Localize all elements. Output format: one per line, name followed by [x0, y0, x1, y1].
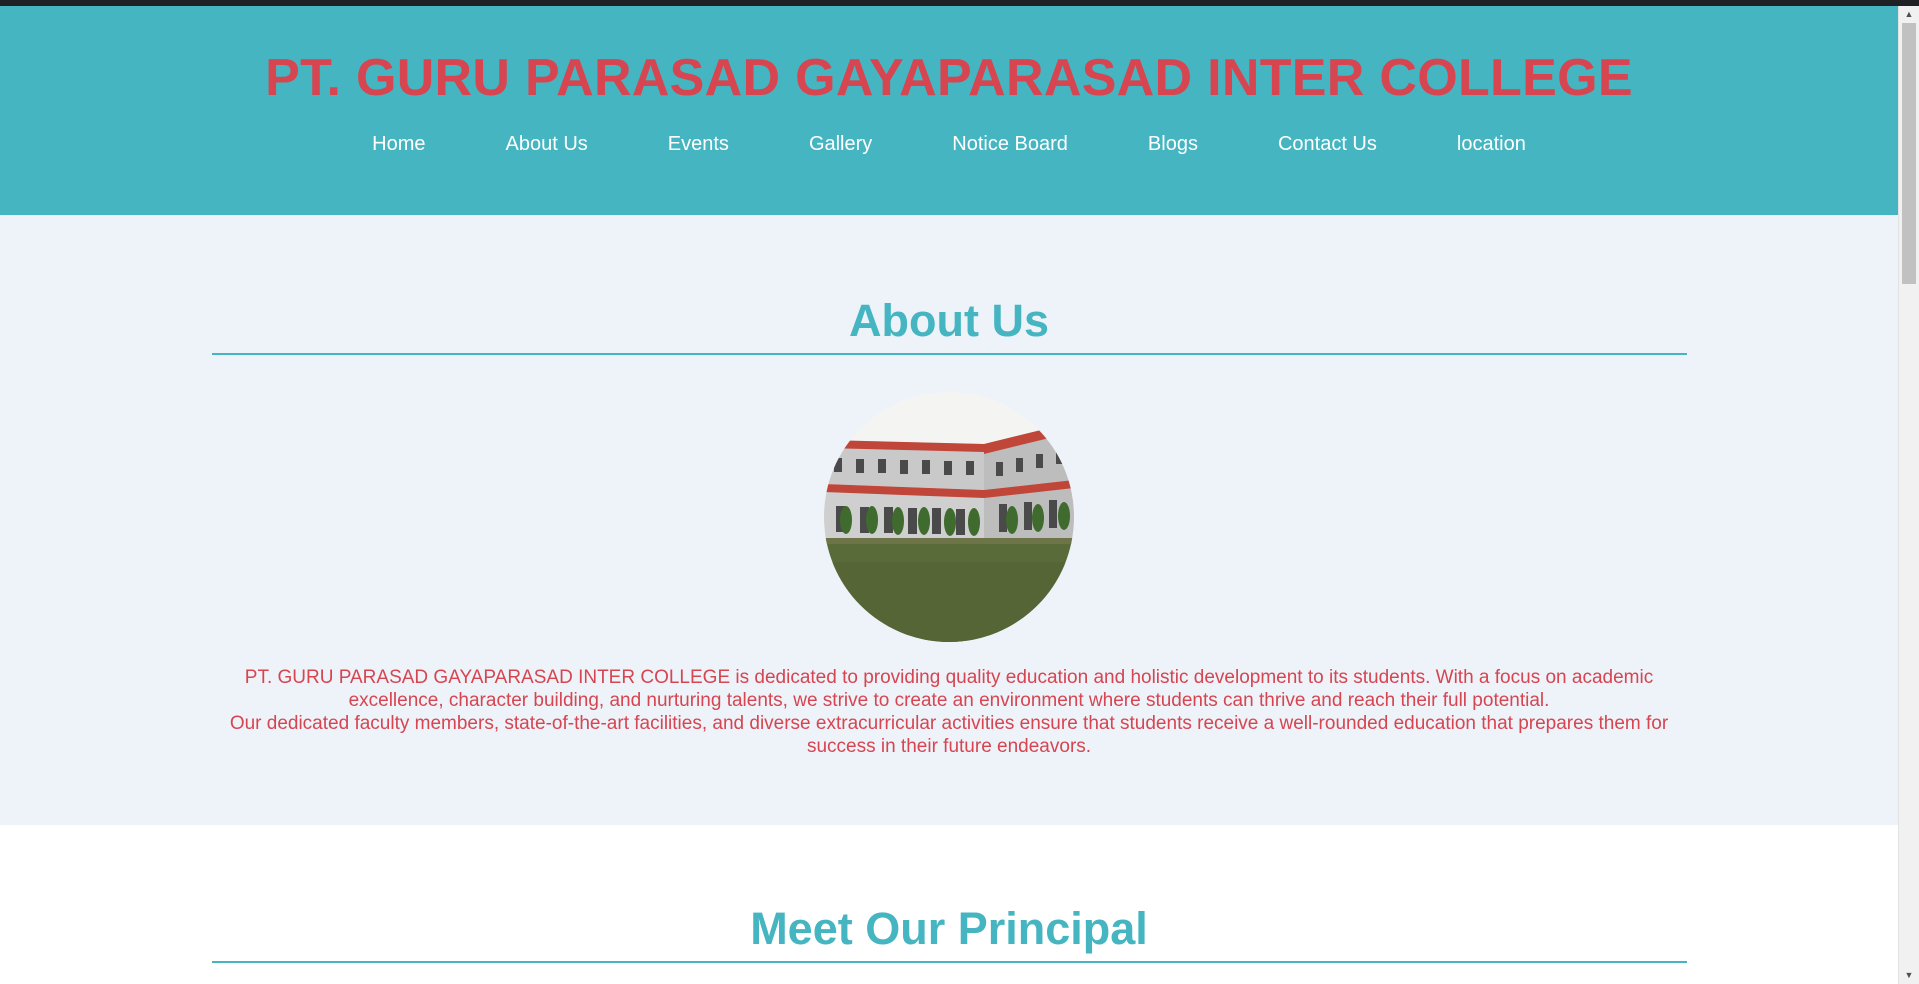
nav-home[interactable]: Home	[332, 132, 465, 156]
scroll-up-icon[interactable]: ▲	[1899, 6, 1919, 23]
principal-heading: Meet Our Principal	[750, 903, 1148, 954]
college-building-photo	[824, 392, 1074, 642]
nav-about-us[interactable]: About Us	[466, 132, 628, 156]
site-title: PT. GURU PARASAD GAYAPARASAD INTER COLLE…	[265, 49, 1633, 107]
about-section: About Us PT. GURU PARASAD GAYAPARASAD IN…	[0, 215, 1898, 825]
nav-events[interactable]: Events	[628, 132, 769, 156]
nav-contact-us[interactable]: Contact Us	[1238, 132, 1417, 156]
vertical-scrollbar[interactable]: ▲ ▼	[1898, 6, 1919, 984]
about-paragraph-2: Our dedicated faculty members, state-of-…	[229, 713, 1669, 757]
nav-blogs[interactable]: Blogs	[1108, 132, 1238, 156]
about-paragraph-1: PT. GURU PARASAD GAYAPARASAD INTER COLLE…	[244, 667, 1654, 711]
nav-location[interactable]: location	[1417, 132, 1566, 156]
main-nav: Home About Us Events Gallery Notice Boar…	[0, 132, 1898, 156]
scroll-thumb[interactable]	[1902, 23, 1916, 284]
college-building-illustration	[824, 392, 1074, 642]
about-heading: About Us	[849, 295, 1049, 346]
site-header: PT. GURU PARASAD GAYAPARASAD INTER COLLE…	[0, 6, 1898, 215]
nav-gallery[interactable]: Gallery	[769, 132, 912, 156]
page: PT. GURU PARASAD GAYAPARASAD INTER COLLE…	[0, 6, 1898, 984]
scroll-down-icon[interactable]: ▼	[1899, 967, 1919, 984]
nav-notice-board[interactable]: Notice Board	[912, 132, 1108, 156]
about-heading-divider	[211, 353, 1687, 355]
principal-section: Meet Our Principal	[0, 825, 1898, 984]
about-description: PT. GURU PARASAD GAYAPARASAD INTER COLLE…	[229, 666, 1669, 758]
principal-heading-divider	[211, 961, 1687, 963]
